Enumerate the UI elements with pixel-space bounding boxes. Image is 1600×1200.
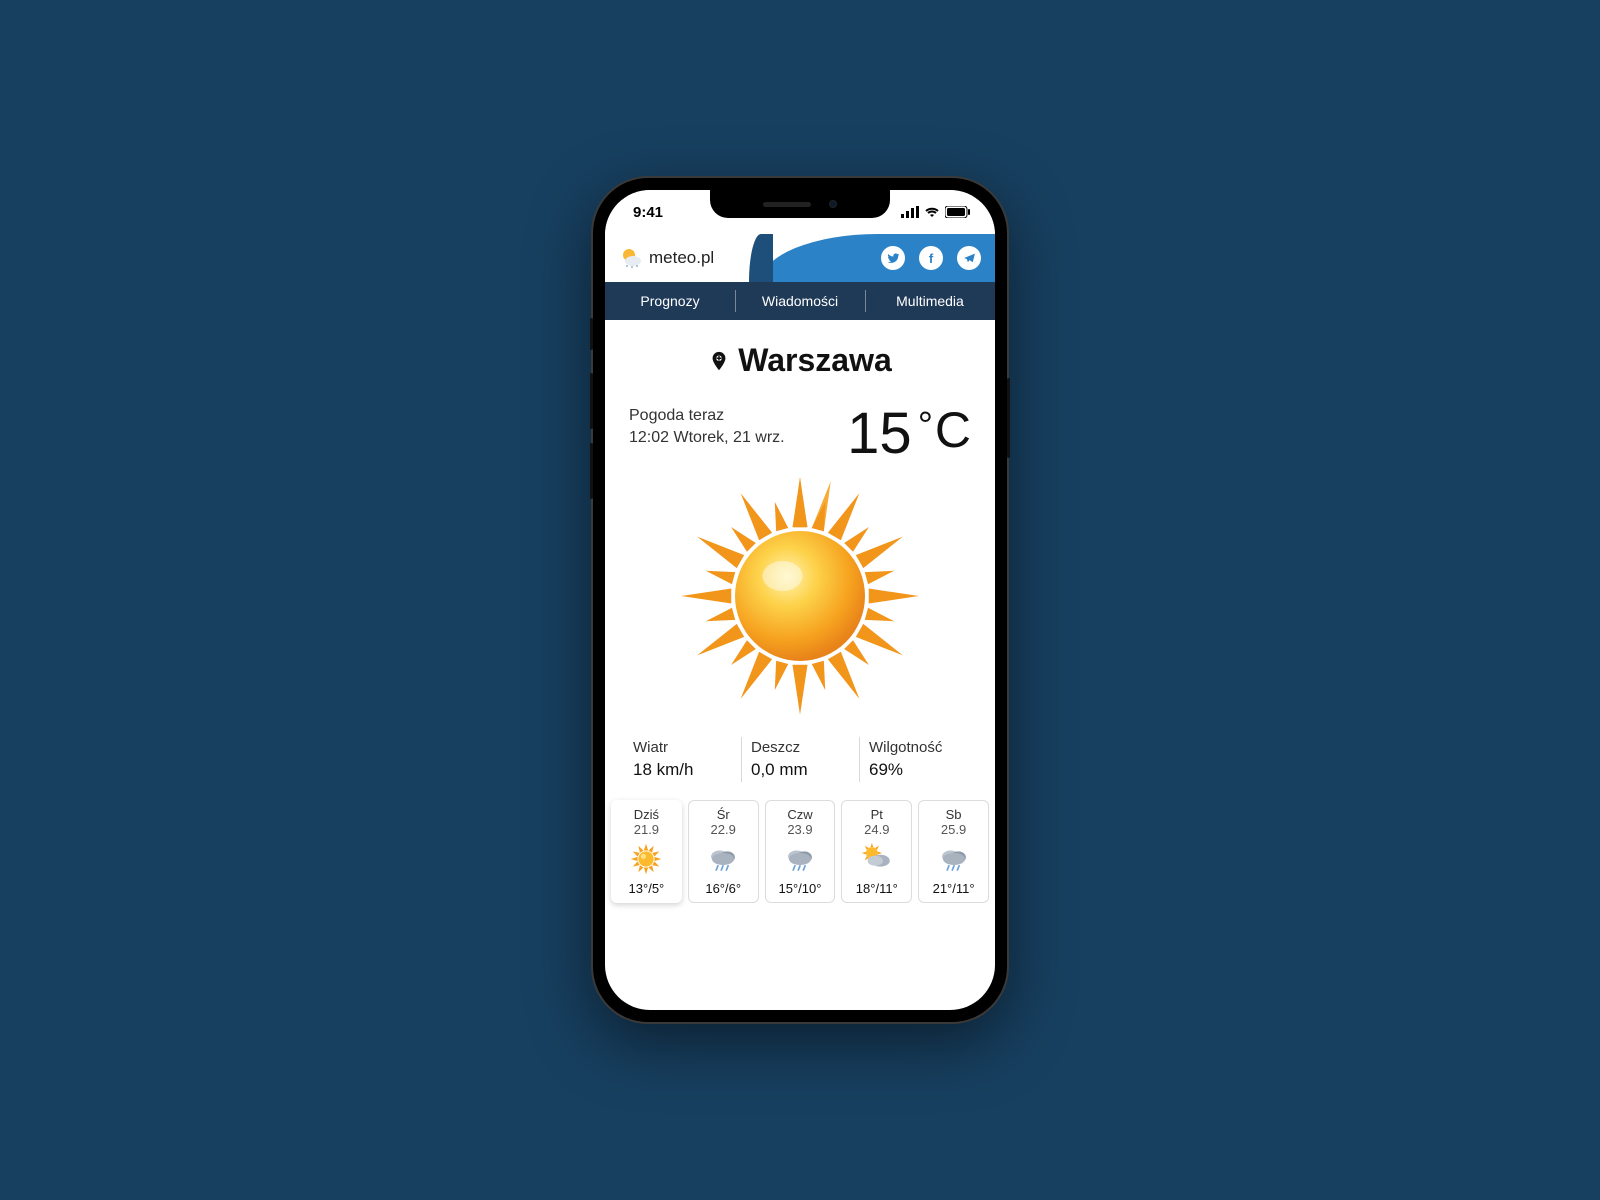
brand-logo[interactable]: meteo.pl — [605, 246, 714, 270]
main-content: Warszawa Pogoda teraz 12:02 Wtorek, 21 w… — [605, 320, 995, 800]
sun-icon — [675, 471, 925, 721]
forecast-day-date: 21.9 — [634, 822, 659, 837]
side-button — [590, 318, 593, 350]
forecast-day-name: Czw — [787, 807, 812, 822]
forecast-day-date: 22.9 — [711, 822, 736, 837]
forecast-day-name: Śr — [717, 807, 730, 822]
forecast-day[interactable]: Dziś21.9 13°/5° — [611, 800, 682, 903]
now-title: Pogoda teraz — [629, 405, 785, 427]
humidity-label: Wilgotność — [869, 739, 967, 756]
twitter-icon[interactable] — [881, 246, 905, 270]
forecast-day-date: 25.9 — [941, 822, 966, 837]
current-weather-icon — [623, 471, 977, 721]
telegram-icon[interactable] — [957, 246, 981, 270]
forecast-day-hilo: 21°/11° — [933, 881, 975, 896]
wind-label: Wiatr — [633, 739, 731, 756]
metric-wind: Wiatr 18 km/h — [623, 737, 741, 782]
forecast-day-name: Sb — [946, 807, 962, 822]
tab-prognozy[interactable]: Prognozy — [605, 282, 735, 320]
humidity-value: 69% — [869, 760, 967, 780]
rain-label: Deszcz — [751, 739, 849, 756]
wind-value: 18 km/h — [633, 760, 731, 780]
screen: 9:41 meteo.pl — [605, 190, 995, 1010]
temp-value: 15 — [847, 405, 912, 463]
location-pin-icon — [708, 350, 730, 372]
now-meta: 12:02 Wtorek, 21 wrz. — [629, 427, 785, 449]
now-row: Pogoda teraz 12:02 Wtorek, 21 wrz. 15 ° … — [623, 405, 977, 463]
rain-value: 0,0 mm — [751, 760, 849, 780]
city-name: Warszawa — [738, 342, 892, 379]
forecast-day-name: Pt — [871, 807, 883, 822]
forecast-day-hilo: 15°/10° — [779, 881, 822, 896]
wifi-icon — [924, 206, 940, 218]
phone-frame: 9:41 meteo.pl — [593, 178, 1007, 1022]
location-row[interactable]: Warszawa — [623, 342, 977, 379]
forecast-day[interactable]: Pt24.9 18°/11° — [841, 800, 912, 903]
forecast-day-date: 24.9 — [864, 822, 889, 837]
forecast-day-hilo: 18°/11° — [856, 881, 898, 896]
metric-rain: Deszcz 0,0 mm — [741, 737, 859, 782]
forecast-day[interactable]: Sb25.9 21°/11° — [918, 800, 989, 903]
forecast-day-icon — [629, 841, 663, 877]
forecast-day-hilo: 16°/6° — [705, 881, 741, 896]
metric-humidity: Wilgotność 69% — [859, 737, 977, 782]
current-temp: 15 ° C — [847, 405, 971, 463]
temp-degree: ° — [918, 407, 933, 445]
logo-icon — [619, 246, 643, 270]
forecast-day-name: Dziś — [634, 807, 659, 822]
forecast-day-icon — [783, 841, 817, 877]
forecast-day-date: 23.9 — [787, 822, 812, 837]
facebook-icon[interactable]: f — [919, 246, 943, 270]
forecast-day-hilo: 13°/5° — [629, 881, 665, 896]
metrics-row: Wiatr 18 km/h Deszcz 0,0 mm Wilgotność 6… — [623, 737, 977, 782]
forecast-row: Dziś21.9 13°/5° Śr22.9 16°/6° Czw23.9 15°/10°… — [605, 800, 995, 911]
side-button — [590, 443, 593, 499]
brand-name: meteo.pl — [649, 248, 714, 268]
status-time: 9:41 — [633, 204, 663, 221]
tab-multimedia[interactable]: Multimedia — [865, 282, 995, 320]
forecast-day[interactable]: Śr22.9 16°/6° — [688, 800, 759, 903]
app-header: meteo.pl f — [605, 234, 995, 282]
cellular-icon — [901, 206, 919, 218]
side-button — [1007, 378, 1010, 458]
tab-wiadomosci[interactable]: Wiadomości — [735, 282, 865, 320]
forecast-day[interactable]: Czw23.9 15°/10° — [765, 800, 836, 903]
forecast-day-icon — [937, 841, 971, 877]
side-button — [590, 373, 593, 429]
forecast-day-icon — [706, 841, 740, 877]
forecast-day-icon — [860, 841, 894, 877]
notch — [710, 190, 890, 218]
temp-unit: C — [935, 405, 971, 455]
battery-icon — [945, 206, 971, 218]
nav-bar: Prognozy Wiadomości Multimedia — [605, 282, 995, 320]
